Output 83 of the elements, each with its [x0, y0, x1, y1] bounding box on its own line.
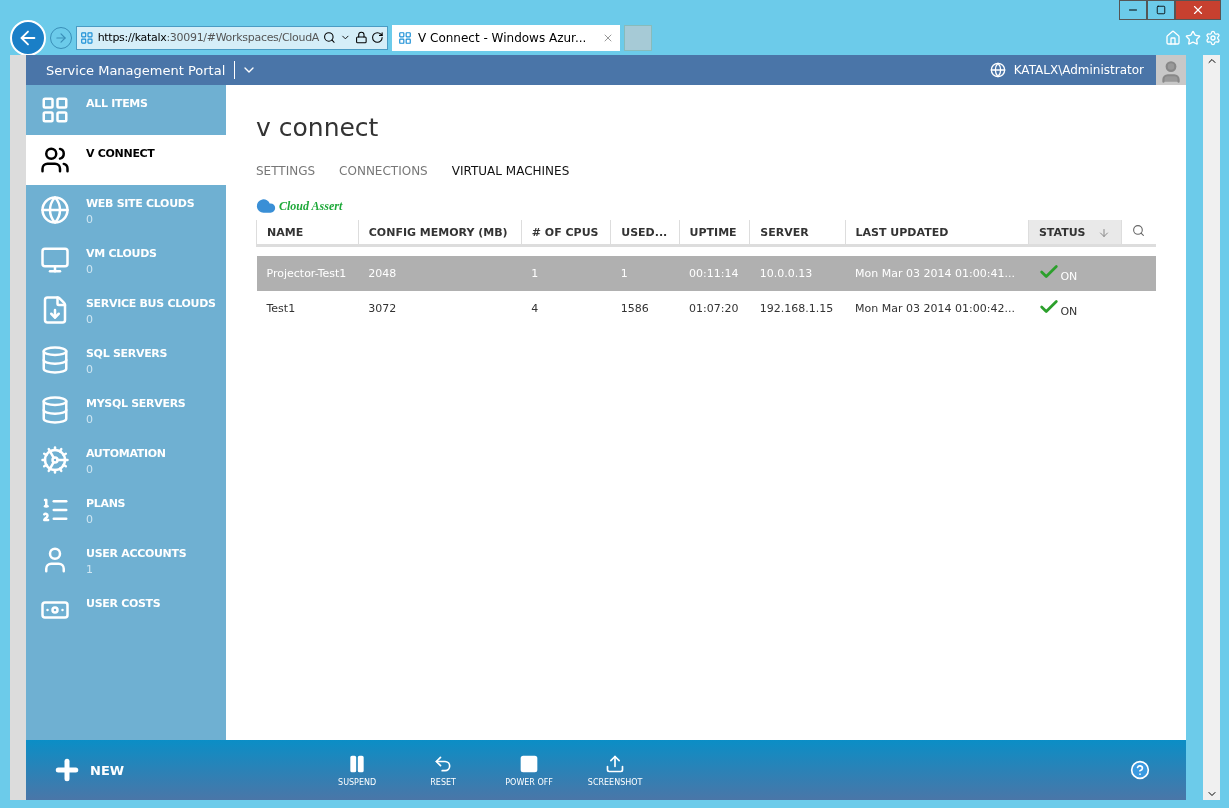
maximize-icon [1156, 5, 1166, 15]
column-header[interactable]: # OF CPUS [521, 220, 611, 246]
globe-icon[interactable] [989, 62, 1006, 78]
column-header[interactable]: STATUS [1028, 220, 1122, 246]
star-icon[interactable] [1185, 29, 1201, 46]
table-cell: Mon Mar 03 2014 01:00:42... [845, 290, 1029, 326]
search-icon[interactable] [323, 31, 336, 44]
table-cell: 192.168.1.15 [749, 290, 846, 326]
column-header[interactable]: UPTIME [679, 220, 750, 246]
table-cell: 4 [521, 290, 611, 326]
database-icon [40, 345, 70, 375]
sidebar-item[interactable]: ALL ITEMS [26, 85, 226, 135]
page-title: v connect [256, 113, 380, 142]
grid-icon [40, 95, 70, 125]
table-cell: 10.0.0.13 [749, 255, 846, 291]
cloud-icon [256, 196, 276, 216]
item-count: 0 [86, 263, 94, 276]
page-tab[interactable]: VIRTUAL MACHINES [451, 164, 570, 178]
sidebar-item[interactable]: V CONNECT [26, 135, 226, 185]
help-icon[interactable] [1130, 760, 1150, 780]
portal-title: Service Management Portal [45, 62, 227, 78]
command-button[interactable]: POWER OFF [498, 753, 561, 787]
windows-logo-icon [80, 30, 94, 45]
status-text: ON [1060, 269, 1078, 283]
command-button[interactable]: SCREENSHOT [584, 753, 647, 787]
item-count: 0 [86, 413, 94, 426]
sidebar-item[interactable]: SQL SERVERS 0 [26, 335, 226, 385]
monitor-icon [40, 245, 70, 275]
sidebar-item[interactable]: VM CLOUDS 0 [26, 235, 226, 285]
column-header[interactable]: NAME [256, 220, 359, 246]
table-cell: Projector-Test1 [256, 255, 359, 291]
item-count: 0 [86, 213, 94, 226]
column-header[interactable]: CONFIG MEMORY (MB) [358, 220, 522, 246]
table-cell: 1 [610, 255, 680, 291]
maximize-button[interactable] [1147, 0, 1175, 20]
table-cell: Test1 [256, 290, 359, 326]
sidebar-item[interactable]: WEB SITE CLOUDS 0 [26, 185, 226, 235]
forward-arrow-icon [54, 30, 68, 45]
close-button[interactable] [1175, 0, 1221, 20]
table-cell: 01:07:20 [679, 290, 750, 326]
windows-logo-icon [398, 30, 412, 45]
url-text: https://katalx:30091/#Workspaces/CloudA [97, 31, 320, 44]
stop-icon [519, 753, 540, 774]
users-icon [40, 145, 70, 175]
table-cell: 1586 [610, 290, 680, 326]
table-cell: 2048 [358, 255, 522, 291]
scrollbar[interactable] [1203, 55, 1220, 800]
minimize-button[interactable] [1119, 0, 1147, 20]
avatar-silhouette[interactable] [1156, 55, 1186, 85]
user-name[interactable]: KATALX\Administrator [1013, 63, 1144, 77]
table-cell: 3072 [358, 290, 522, 326]
table-cell: 1 [521, 255, 611, 291]
lock-icon [354, 31, 368, 44]
globe-icon [40, 195, 70, 225]
sidebar-item[interactable]: PLANS 0 [26, 485, 226, 535]
sort-arrow-icon [1097, 226, 1110, 239]
status-text: ON [1060, 304, 1078, 318]
address-field[interactable]: https://katalx:30091/#Workspaces/CloudA [76, 25, 388, 50]
command-button[interactable]: SUSPEND [326, 753, 389, 787]
page-tab[interactable]: CONNECTIONS [339, 164, 428, 178]
column-header[interactable]: SERVER [749, 220, 846, 246]
sidebar-item[interactable]: USER COSTS [26, 585, 226, 635]
sidebar-item[interactable]: USER ACCOUNTS 1 [26, 535, 226, 585]
item-count: 0 [86, 513, 94, 526]
refresh-icon[interactable] [371, 31, 384, 44]
sidebar-item[interactable]: SERVICE BUS CLOUDS 0 [26, 285, 226, 335]
column-header[interactable]: USED... [610, 220, 680, 246]
table-cell: 00:11:14 [679, 255, 750, 291]
table-cell: Mon Mar 03 2014 01:00:41... [845, 255, 1029, 291]
brand-logo: Cloud Assert [279, 198, 343, 214]
command-button[interactable]: RESET [412, 753, 475, 787]
back-button[interactable] [10, 19, 46, 56]
browser-tab[interactable]: V Connect - Windows Azur... [392, 24, 620, 51]
screenshot-icon [605, 753, 626, 774]
sidebar-item[interactable]: MYSQL SERVERS 0 [26, 385, 226, 435]
item-count: 0 [86, 363, 94, 376]
item-count: 0 [86, 463, 94, 476]
page-tab[interactable]: SETTINGS [256, 164, 316, 178]
new-button[interactable]: NEW [52, 755, 125, 785]
item-count: 0 [86, 313, 94, 326]
item-count: 1 [86, 563, 94, 576]
close-icon [1191, 3, 1205, 17]
sidebar-item[interactable]: AUTOMATION 0 [26, 435, 226, 485]
